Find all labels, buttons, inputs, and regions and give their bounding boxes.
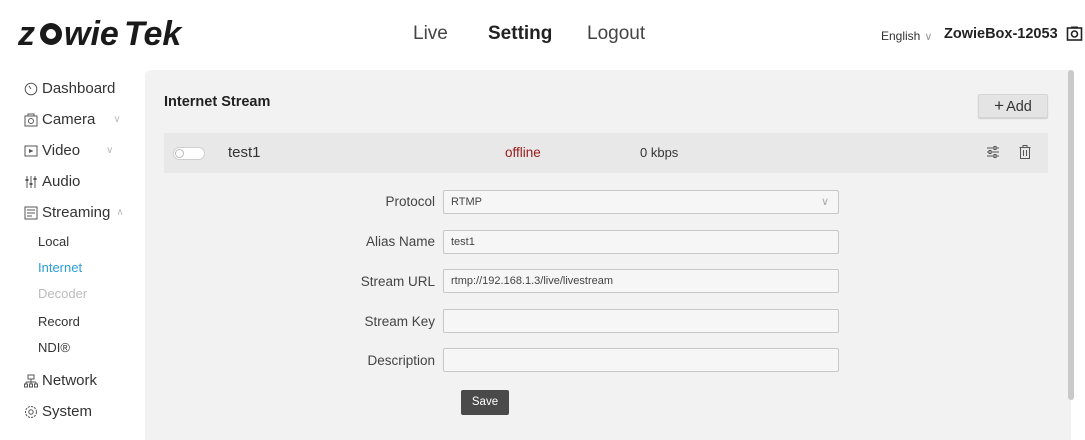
sidebar-item-streaming[interactable]: Streaming ∧ <box>24 204 124 221</box>
camera-icon <box>24 113 38 126</box>
main-panel: Internet Stream + Add test1 offline 0 kbp… <box>145 70 1071 440</box>
video-icon <box>24 145 38 156</box>
audio-mixer-icon <box>25 175 37 188</box>
plus-icon: + <box>994 96 1005 115</box>
sidebar-item-audio[interactable]: Audio <box>24 173 80 190</box>
gauge-icon <box>24 82 38 95</box>
gear-icon <box>25 405 37 418</box>
stream-key-field[interactable] <box>443 309 839 333</box>
sidebar-item-dashboard[interactable]: Dashboard <box>24 80 115 97</box>
protocol-select[interactable]: RTMP ∨ <box>443 190 839 214</box>
device-name: ZowieBox-12053 <box>944 26 1058 42</box>
save-button[interactable]: Save <box>461 390 509 415</box>
nav-setting[interactable]: Setting <box>488 23 552 45</box>
trash-icon[interactable] <box>1017 144 1033 160</box>
stream-bitrate: 0 kbps <box>640 145 679 160</box>
description-label: Description <box>367 353 435 368</box>
nav-live[interactable]: Live <box>413 23 448 45</box>
stream-row[interactable]: test1 offline 0 kbps <box>164 133 1048 173</box>
sidebar-sub-local[interactable]: Local <box>38 234 69 249</box>
svg-text:Tek: Tek <box>124 15 183 53</box>
sidebar: Dashboard Camera ∨ Video ∨ Audio Streami… <box>0 70 145 440</box>
chevron-down-icon: ∨ <box>106 145 114 156</box>
sidebar-item-video[interactable]: Video ∨ <box>24 142 113 159</box>
top-header: z wie Tek Live Setting Logout English ∨ Z… <box>0 0 1085 70</box>
sidebar-item-label: System <box>42 403 93 420</box>
scrollbar[interactable] <box>1068 70 1074 400</box>
sidebar-item-camera[interactable]: Camera ∨ <box>24 111 121 128</box>
sidebar-sub-decoder: Decoder <box>38 286 88 301</box>
zowietek-logo[interactable]: z wie Tek <box>18 14 190 54</box>
language-label: English <box>881 29 921 43</box>
sidebar-sub-record[interactable]: Record <box>38 314 80 329</box>
add-label: Add <box>1006 99 1032 115</box>
stream-url-label: Stream URL <box>360 274 435 289</box>
sidebar-item-label: Camera <box>42 111 96 128</box>
alias-name-field[interactable]: test1 <box>443 230 839 254</box>
toggle-knob <box>175 149 184 158</box>
nav-logout[interactable]: Logout <box>587 23 645 45</box>
snapshot-icon[interactable] <box>1066 25 1083 42</box>
chevron-down-icon: ∨ <box>924 31 933 43</box>
sidebar-sub-internet[interactable]: Internet <box>38 260 82 275</box>
sidebar-item-label: Video <box>42 142 81 159</box>
add-stream-button[interactable]: + Add <box>978 94 1048 118</box>
settings-sliders-icon[interactable] <box>985 144 1001 160</box>
sidebar-sub-ndi[interactable]: NDI® <box>38 340 70 355</box>
sidebar-item-system[interactable]: System <box>24 403 92 420</box>
chevron-down-icon: ∨ <box>820 196 829 208</box>
svg-text:z: z <box>18 15 35 53</box>
chevron-up-icon: ∧ <box>116 207 124 218</box>
sidebar-item-network[interactable]: Network <box>24 372 97 389</box>
sidebar-item-label: Network <box>42 372 98 389</box>
sidebar-item-label: Dashboard <box>42 80 116 97</box>
sidebar-item-label: Audio <box>42 173 81 190</box>
stream-url-field[interactable]: rtmp://192.168.1.3/live/livestream <box>443 269 839 293</box>
description-field[interactable] <box>443 348 839 372</box>
stream-status: offline <box>505 145 541 160</box>
chevron-down-icon: ∨ <box>113 114 121 125</box>
protocol-label: Protocol <box>385 194 435 209</box>
language-select[interactable]: English ∨ <box>881 29 932 43</box>
stream-name: test1 <box>228 144 261 161</box>
svg-text:wie: wie <box>64 15 119 53</box>
network-icon <box>24 374 38 387</box>
stream-key-label: Stream Key <box>364 314 435 329</box>
alias-label: Alias Name <box>365 234 435 249</box>
protocol-value: RTMP <box>451 196 482 208</box>
page-title: Internet Stream <box>164 94 271 110</box>
streaming-icon <box>24 206 38 219</box>
stream-enable-toggle[interactable] <box>173 147 205 160</box>
sidebar-item-label: Streaming <box>42 204 111 221</box>
